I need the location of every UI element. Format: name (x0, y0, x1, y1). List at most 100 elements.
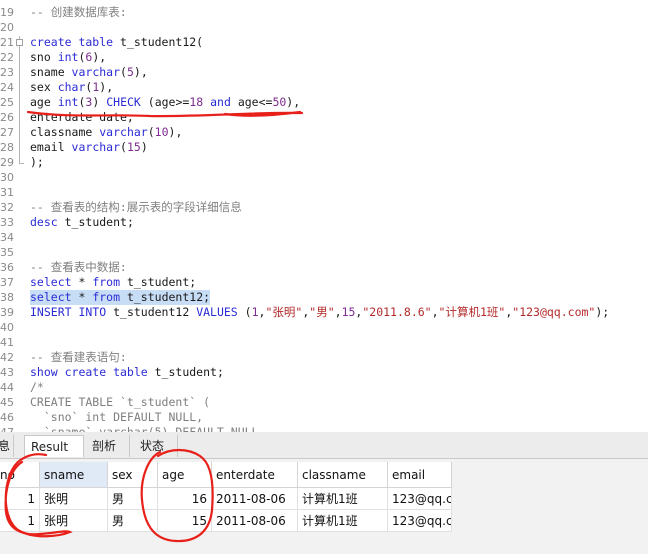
cell-classname[interactable]: 计算机1班 (298, 510, 388, 532)
code-text: desc t_student; (30, 215, 134, 230)
selected-code-text: select * from t_student12; (30, 290, 211, 305)
code-line[interactable]: 30 (0, 170, 648, 185)
tab-status[interactable]: 状态 (134, 435, 178, 457)
code-line[interactable]: 44 /* (0, 380, 648, 395)
code-token: ( (120, 140, 127, 154)
tab-profile[interactable]: 剖析 (86, 435, 130, 457)
code-token: `sno` int DEFAULT NULL, (30, 410, 204, 424)
code-line[interactable]: 45 CREATE TABLE `t_student` ( (0, 395, 648, 410)
code-line[interactable]: 32 -- 查看表的结构:展示表的字段详细信息 (0, 200, 648, 215)
fold-guide (19, 156, 24, 164)
code-token: ( (120, 65, 127, 79)
code-line[interactable]: 24 sex char(1), (0, 80, 648, 96)
code-line[interactable]: 22 sno int(6), (0, 50, 648, 66)
code-token: desc (30, 215, 58, 229)
cell-no[interactable]: 1 (0, 510, 40, 532)
line-number: 36 (0, 261, 14, 274)
code-line[interactable]: 27 classname varchar(10), (0, 125, 648, 141)
cell-age[interactable]: 16 (158, 488, 212, 510)
code-line[interactable]: 33 desc t_student; (0, 215, 648, 230)
code-token: `sname` varchar(5) DEFAULT NULL, (30, 425, 266, 432)
code-text: -- 查看表中数据: (30, 260, 127, 275)
code-line[interactable]: 21 create table t_student12( (0, 35, 648, 51)
code-line[interactable]: 28 email varchar(15) (0, 140, 648, 156)
code-text: select * from t_student; (30, 275, 196, 290)
code-text: age int(3) CHECK (age>=18 and age<=50), (30, 95, 300, 110)
line-number: 41 (0, 336, 14, 349)
fold-guide (19, 66, 20, 81)
code-token: "2011.8.6" (362, 305, 432, 319)
cell-email[interactable]: 123@qq.c (388, 488, 452, 510)
code-token: t_student; (57, 215, 134, 229)
code-line[interactable]: 23 sname varchar(5), (0, 65, 648, 81)
code-token: varchar (99, 125, 148, 139)
code-line[interactable]: 31 (0, 185, 648, 200)
column-header-age[interactable]: age (158, 462, 212, 488)
code-line[interactable]: 29); (0, 155, 648, 170)
sql-editor[interactable]: 19 -- 创建数据库表: 20 21 create table t_student12… (0, 0, 648, 432)
code-text: email varchar(15) (30, 140, 148, 155)
code-token: select (30, 275, 72, 289)
cell-sname[interactable]: 张明 (40, 510, 108, 532)
cell-sex[interactable]: 男 (108, 488, 158, 510)
code-line[interactable]: 25 age int(3) CHECK (age>=18 and age<=50)… (0, 95, 648, 111)
code-token: ); (30, 155, 44, 169)
cell-enterdate[interactable]: 2011-08-06 (212, 488, 298, 510)
code-token: int (57, 95, 79, 109)
code-token: ), (99, 80, 114, 94)
line-number: 33 (0, 216, 14, 229)
code-line[interactable]: 41 (0, 335, 648, 350)
fold-guide (19, 141, 20, 156)
code-line[interactable]: 19 -- 创建数据库表: (0, 5, 648, 20)
code-line[interactable]: 26 enterdate date, (0, 110, 648, 126)
code-line[interactable]: 37 select * from t_student; (0, 275, 648, 290)
tab-result-1[interactable]: Result 1 (24, 435, 84, 476)
cell-sex[interactable]: 男 (108, 510, 158, 532)
code-line[interactable]: 35 (0, 245, 648, 260)
cell-age[interactable]: 15 (158, 510, 212, 532)
fold-guide (19, 51, 20, 66)
code-line[interactable]: 47 `sname` varchar(5) DEFAULT NULL, (0, 425, 648, 432)
cell-email[interactable]: 123@qq.c (388, 510, 452, 532)
fold-toggle-icon[interactable] (16, 36, 23, 51)
code-token: -- 查看建表语句: (30, 350, 127, 364)
column-header-no[interactable]: no (0, 462, 40, 488)
line-number: 45 (0, 396, 14, 409)
code-line[interactable]: 40 (0, 320, 648, 335)
code-line[interactable]: 46 `sno` int DEFAULT NULL, (0, 410, 648, 425)
cell-classname[interactable]: 计算机1班 (298, 488, 388, 510)
line-number: 29 (0, 156, 14, 169)
column-header-email[interactable]: email (388, 462, 452, 488)
column-header-enterdate[interactable]: enterdate (212, 462, 298, 488)
cell-enterdate[interactable]: 2011-08-06 (212, 510, 298, 532)
code-line[interactable]: 20 (0, 20, 648, 35)
column-header-sname[interactable]: sname (40, 462, 108, 488)
code-token: VALUES (196, 305, 238, 319)
code-token: , (431, 305, 439, 319)
code-line[interactable]: 36 -- 查看表中数据: (0, 260, 648, 275)
code-text: sex char(1), (30, 80, 113, 95)
code-token: * (71, 275, 93, 289)
code-text: `sno` int DEFAULT NULL, (30, 410, 203, 425)
code-token: , (334, 305, 342, 319)
code-token: 1 (251, 305, 259, 319)
code-line[interactable]: 43 show create table t_student; (0, 365, 648, 380)
line-number: 30 (0, 171, 14, 184)
code-line[interactable]: 38 select * from t_student12; (0, 290, 648, 305)
code-text: enterdate date, (30, 110, 134, 125)
code-token: 5 (126, 65, 134, 79)
code-token: 15 (341, 305, 356, 319)
code-token: -- 查看表中数据: (30, 260, 127, 274)
code-line[interactable]: 34 (0, 230, 648, 245)
line-number: 27 (0, 126, 14, 139)
column-header-classname[interactable]: classname (298, 462, 388, 488)
code-token: varchar (71, 140, 121, 154)
cell-sname[interactable]: 张明 (40, 488, 108, 510)
column-header-sex[interactable]: sex (108, 462, 158, 488)
code-line[interactable]: 39 INSERT INTO t_student12 VALUES (1, "张明"… (0, 305, 648, 320)
cell-no[interactable]: 1 (0, 488, 40, 510)
code-token: ( (237, 305, 252, 319)
code-line[interactable]: 42 -- 查看建表语句: (0, 350, 648, 365)
tab-info[interactable]: 息 (0, 435, 14, 457)
fold-guide (19, 126, 20, 141)
